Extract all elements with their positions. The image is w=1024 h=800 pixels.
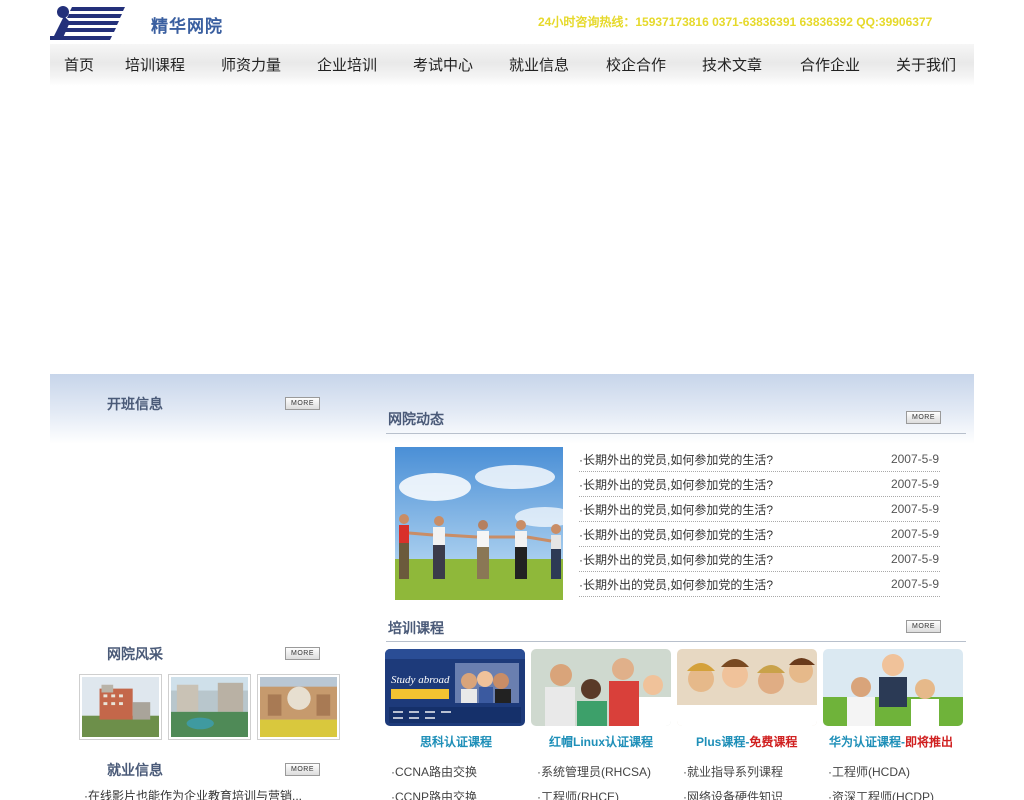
- class-info-more-button[interactable]: MORE: [285, 397, 320, 410]
- school-style-more-button[interactable]: MORE: [285, 647, 320, 660]
- news-date: 2007-5-9: [890, 502, 939, 516]
- course-name-cisco[interactable]: 思科认证课程: [420, 733, 492, 750]
- nav-about-us[interactable]: 关于我们: [896, 54, 956, 75]
- job-info-title: 就业信息: [107, 762, 163, 778]
- course-card-redhat[interactable]: [531, 649, 671, 726]
- news-row: ·长期外出的党员,如何参加党的生活? 2007-5-9: [579, 447, 940, 472]
- nav-exam-center[interactable]: 考试中心: [413, 54, 473, 75]
- school-news-title: 网院动态: [388, 411, 444, 427]
- nav-training-courses[interactable]: 培训课程: [125, 54, 185, 75]
- news-row: ·长期外出的党员,如何参加党的生活? 2007-5-9: [579, 522, 940, 547]
- job-info-more-button[interactable]: MORE: [285, 763, 320, 776]
- news-row: ·长期外出的党员,如何参加党的生活? 2007-5-9: [579, 572, 940, 597]
- news-title[interactable]: ·长期外出的党员,如何参加党的生活?: [579, 501, 773, 518]
- campus-photo-1[interactable]: [79, 674, 162, 740]
- course-item[interactable]: ·系统管理员(RHCSA): [537, 763, 651, 780]
- class-info-title: 开班信息: [107, 396, 163, 412]
- course-card-plus[interactable]: [677, 649, 817, 726]
- nav-tech-articles[interactable]: 技术文章: [702, 54, 762, 75]
- course-card-huawei[interactable]: [823, 649, 963, 726]
- course-item[interactable]: ·工程师(RHCE): [537, 788, 619, 800]
- campus-photo-2[interactable]: [168, 674, 251, 740]
- courses-more-button[interactable]: MORE: [906, 620, 941, 633]
- news-title[interactable]: ·长期外出的党员,如何参加党的生活?: [579, 526, 773, 543]
- course-item[interactable]: ·资深工程师(HCDP): [828, 788, 934, 800]
- news-title[interactable]: ·长期外出的党员,如何参加党的生活?: [579, 576, 773, 593]
- course-item[interactable]: ·工程师(HCDA): [828, 763, 910, 780]
- news-list: ·长期外出的党员,如何参加党的生活? 2007-5-9 ·长期外出的党员,如何参加…: [579, 447, 940, 597]
- course-name-redhat[interactable]: 红帽Linux认证课程: [549, 733, 653, 750]
- course-item[interactable]: ·CCNA路由交换: [391, 763, 477, 780]
- news-date: 2007-5-9: [890, 477, 939, 491]
- news-row: ·长期外出的党员,如何参加党的生活? 2007-5-9: [579, 497, 940, 522]
- course-name-plus[interactable]: Plus课程-免费课程: [696, 733, 797, 750]
- school-style-title: 网院风采: [107, 646, 163, 662]
- nav-school-enterprise[interactable]: 校企合作: [606, 54, 666, 75]
- nav-faculty[interactable]: 师资力量: [221, 54, 281, 75]
- courses-title: 培训课程: [388, 620, 444, 636]
- news-row: ·长期外出的党员,如何参加党的生活? 2007-5-9: [579, 547, 940, 572]
- course-name-huawei[interactable]: 华为认证课程-即将推出: [829, 733, 953, 750]
- news-title[interactable]: ·长期外出的党员,如何参加党的生活?: [579, 451, 773, 468]
- job-info-item[interactable]: ·在线影片也能作为企业教育培训与营销...: [84, 787, 302, 800]
- courses-divider: [386, 641, 966, 642]
- news-date: 2007-5-9: [890, 552, 939, 566]
- news-title[interactable]: ·长期外出的党员,如何参加党的生活?: [579, 476, 773, 493]
- news-date: 2007-5-9: [890, 577, 939, 591]
- course-item[interactable]: ·网络设备硬件知识: [683, 788, 783, 800]
- course-banner-text: Study abroad: [391, 674, 450, 686]
- main-nav: 首页 培训课程 师资力量 企业培训 考试中心 就业信息 校企合作 技术文章 合作…: [50, 44, 974, 86]
- site-name: 精华网院: [151, 17, 223, 36]
- hotline-text: 24小时咨询热线：15937173816 0371-63836391 63836…: [538, 15, 933, 29]
- course-card-cisco[interactable]: Study abroad: [385, 649, 525, 726]
- campus-photo-3[interactable]: [257, 674, 340, 740]
- nav-home[interactable]: 首页: [64, 54, 94, 75]
- nav-job-info[interactable]: 就业信息: [509, 54, 569, 75]
- banner-area: [50, 88, 974, 372]
- news-title[interactable]: ·长期外出的党员,如何参加党的生活?: [579, 551, 773, 568]
- course-item[interactable]: ·就业指导系列课程: [683, 763, 783, 780]
- school-news-more-button[interactable]: MORE: [906, 411, 941, 424]
- logo-icon[interactable]: [50, 4, 126, 42]
- nav-enterprise-training[interactable]: 企业培训: [317, 54, 377, 75]
- school-news-divider: [386, 433, 966, 434]
- nav-partners[interactable]: 合作企业: [800, 54, 860, 75]
- news-date: 2007-5-9: [890, 452, 939, 466]
- news-date: 2007-5-9: [890, 527, 939, 541]
- news-row: ·长期外出的党员,如何参加党的生活? 2007-5-9: [579, 472, 940, 497]
- course-item[interactable]: ·CCNP路由交换: [391, 788, 477, 800]
- news-photo[interactable]: [395, 447, 563, 600]
